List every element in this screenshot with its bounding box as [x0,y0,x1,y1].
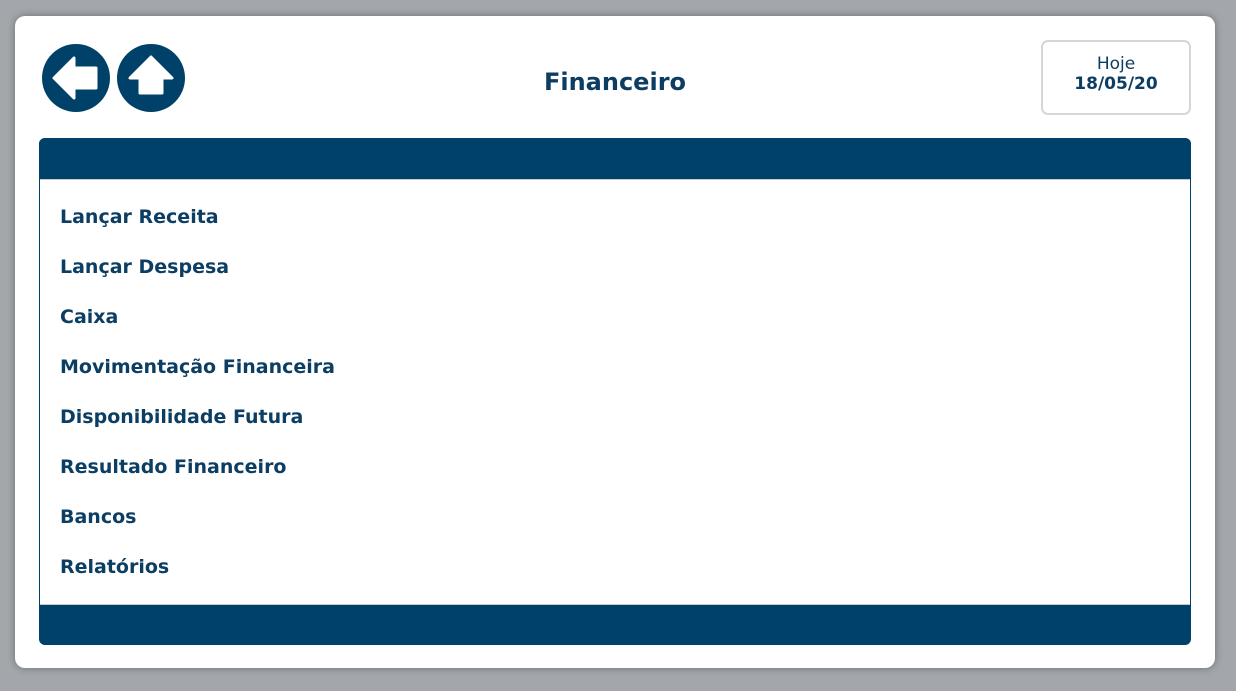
menu-item-bancos[interactable]: Bancos [60,505,335,555]
menu-item-disponibilidade-futura[interactable]: Disponibilidade Futura [60,405,335,455]
menu-item-relatorios[interactable]: Relatórios [60,555,335,605]
app-window: Financeiro Hoje 18/05/20 Lançar Receita … [15,16,1215,668]
date-label: Hoje [1096,54,1136,74]
menu-panel: Lançar Receita Lançar Despesa Caixa Movi… [39,138,1191,645]
today-date-box: Hoje 18/05/20 [1041,40,1191,115]
panel-body: Lançar Receita Lançar Despesa Caixa Movi… [40,179,1190,605]
menu-item-movimentacao-financeira[interactable]: Movimentação Financeira [60,355,335,405]
menu-item-caixa[interactable]: Caixa [60,305,335,355]
menu-item-resultado-financeiro[interactable]: Resultado Financeiro [60,455,335,505]
menu-item-lancar-despesa[interactable]: Lançar Despesa [60,255,335,305]
date-value: 18/05/20 [1074,74,1158,94]
financeiro-menu: Lançar Receita Lançar Despesa Caixa Movi… [60,205,335,605]
panel-header-bar [39,138,1191,179]
menu-item-lancar-receita[interactable]: Lançar Receita [60,205,335,255]
page-title: Financeiro [543,68,687,96]
